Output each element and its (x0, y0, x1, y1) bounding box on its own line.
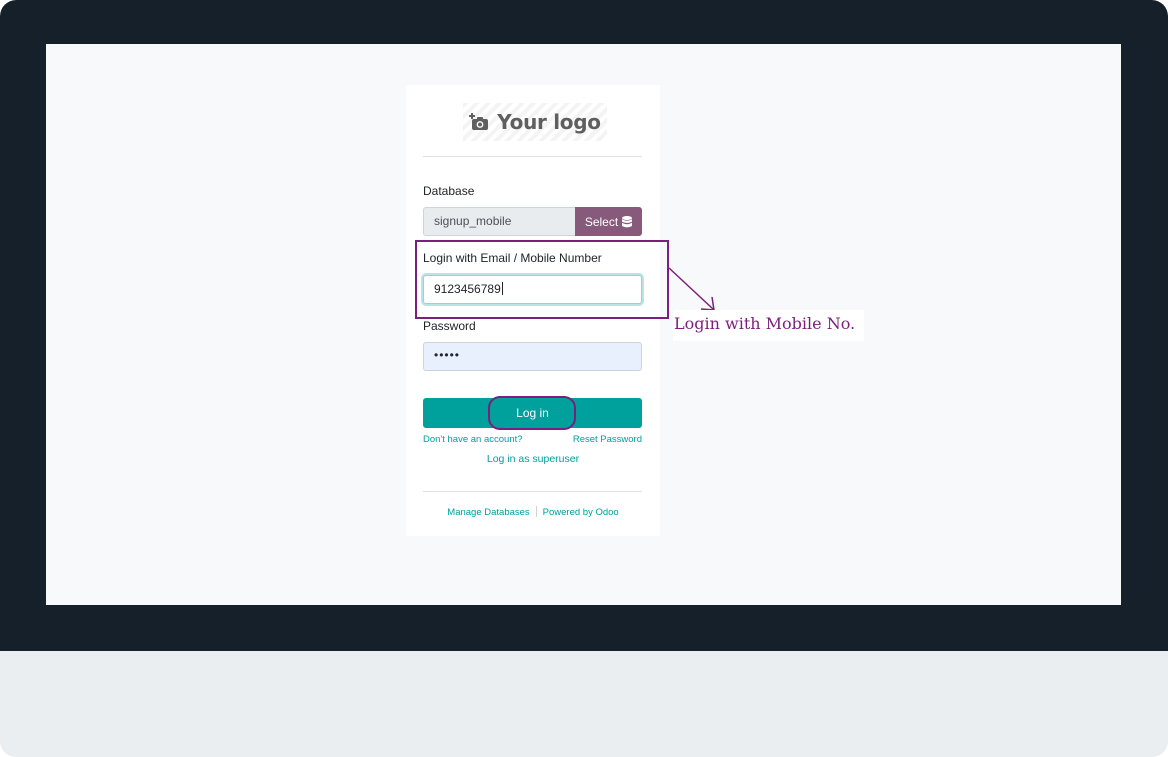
database-label: Database (423, 184, 475, 198)
login-input[interactable]: 9123456789 (423, 275, 642, 304)
login-card: Your logo Database signup_mobile Select … (406, 85, 660, 536)
signup-link[interactable]: Don't have an account? (423, 434, 523, 445)
superuser-login-link[interactable]: Log in as superuser (406, 453, 660, 465)
footer-links: Manage Databases Powered by Odoo (406, 506, 660, 518)
logo-text: Your logo (497, 110, 601, 134)
powered-by-link[interactable]: Powered by Odoo (543, 507, 619, 518)
text-caret (501, 282, 503, 295)
password-input[interactable]: ••••• (423, 342, 642, 371)
select-button-label: Select (584, 214, 619, 229)
login-button[interactable]: Log in (423, 398, 642, 428)
database-group: signup_mobile Select (423, 207, 642, 236)
screen: Your logo Database signup_mobile Select … (46, 44, 1121, 605)
annotation-label: Login with Mobile No. (673, 310, 864, 341)
login-input-value: 9123456789 (434, 282, 501, 296)
divider-top (423, 156, 642, 157)
monitor-stand (0, 651, 1168, 757)
divider-bottom (423, 491, 642, 492)
database-icon (622, 215, 633, 227)
camera-plus-icon (469, 113, 489, 130)
password-label: Password (423, 319, 476, 333)
monitor-frame: Your logo Database signup_mobile Select … (0, 0, 1168, 757)
manage-databases-link[interactable]: Manage Databases (447, 507, 529, 518)
database-input[interactable]: signup_mobile (423, 207, 575, 236)
annotation-arrow-icon (668, 267, 715, 311)
login-label: Login with Email / Mobile Number (423, 251, 602, 265)
select-database-button[interactable]: Select (575, 207, 642, 236)
company-logo: Your logo (463, 103, 607, 141)
footer-separator (535, 506, 537, 517)
reset-password-link[interactable]: Reset Password (573, 434, 642, 445)
